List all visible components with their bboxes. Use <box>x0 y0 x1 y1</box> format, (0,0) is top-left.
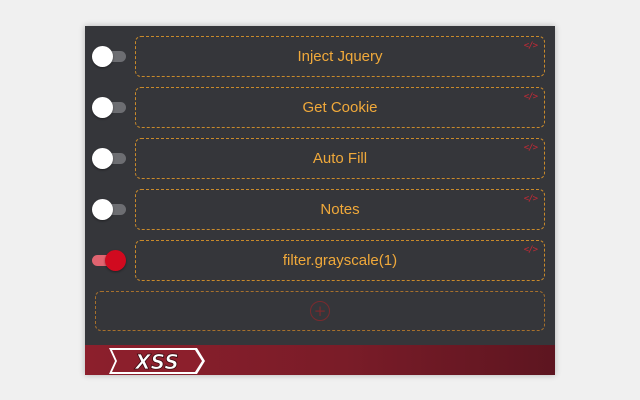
script-row: Notes </> <box>85 189 555 230</box>
footer-bar: XSS <box>85 345 555 375</box>
code-icon: </> <box>523 245 538 255</box>
script-label: Notes <box>320 201 360 218</box>
script-label: Auto Fill <box>312 150 368 167</box>
toggle-knob <box>105 250 126 271</box>
code-icon: </> <box>523 92 538 102</box>
script-row: Auto Fill </> <box>85 138 555 179</box>
script-toggle[interactable] <box>92 148 126 169</box>
script-label: filter.grayscale(1) <box>282 252 398 269</box>
script-label: Get Cookie <box>302 99 378 116</box>
script-row: filter.grayscale(1) </> <box>85 240 555 281</box>
script-row: Get Cookie </> <box>85 87 555 128</box>
toggle-knob <box>92 199 113 220</box>
script-button-inject-jquery[interactable]: Inject Jquery </> <box>135 36 545 77</box>
script-toggle[interactable] <box>92 250 126 271</box>
xss-logo: XSS <box>109 348 205 374</box>
code-icon: </> <box>523 194 538 204</box>
script-row: Inject Jquery </> <box>85 36 555 77</box>
extension-panel: Inject Jquery </> Get Cookie </> Auto Fi… <box>85 26 555 375</box>
script-button-notes[interactable]: Notes </> <box>135 189 545 230</box>
script-button-get-cookie[interactable]: Get Cookie </> <box>135 87 545 128</box>
plus-circle-icon: + <box>310 301 330 321</box>
logo-text: XSS <box>133 350 179 374</box>
script-toggle[interactable] <box>92 97 126 118</box>
code-icon: </> <box>523 41 538 51</box>
add-script-button[interactable]: + <box>95 291 545 331</box>
script-button-auto-fill[interactable]: Auto Fill </> <box>135 138 545 179</box>
toggle-knob <box>92 148 113 169</box>
script-toggle[interactable] <box>92 199 126 220</box>
toggle-knob <box>92 46 113 67</box>
script-label: Inject Jquery <box>297 48 383 65</box>
toggle-knob <box>92 97 113 118</box>
script-button-filter-grayscale[interactable]: filter.grayscale(1) </> <box>135 240 545 281</box>
script-toggle[interactable] <box>92 46 126 67</box>
code-icon: </> <box>523 143 538 153</box>
